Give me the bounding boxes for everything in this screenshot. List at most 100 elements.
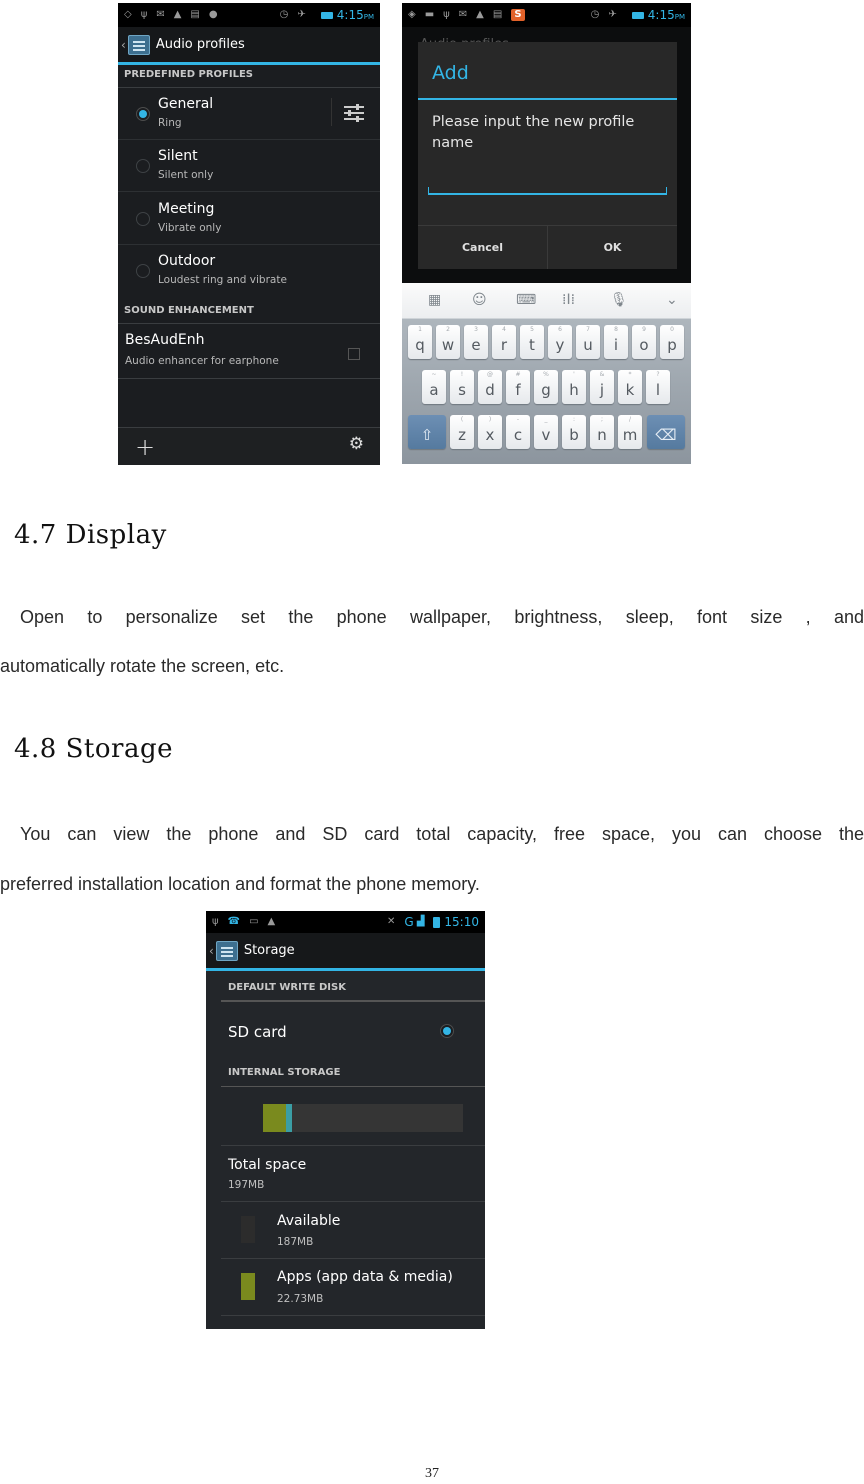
key-q[interactable]: 1q [408, 325, 432, 359]
ok-button[interactable]: OK [547, 226, 677, 269]
key-g[interactable]: % g [534, 370, 558, 404]
paragraph-display-line1: Open to personalize set the phone wallpa… [20, 607, 864, 627]
dialog-message: Please input the new profile name [432, 114, 635, 151]
disk-name: SD card [228, 1023, 287, 1041]
profile-general[interactable]: General Ring [118, 88, 380, 140]
alarm-icon: ◷ [279, 9, 289, 20]
key-label: n [597, 426, 607, 444]
key-s[interactable]: ! s [450, 370, 474, 404]
page-number: 37 [425, 1466, 439, 1481]
key-p[interactable]: 0p [660, 325, 684, 359]
key-hint: ) [488, 416, 492, 423]
key-n[interactable]: ; n [590, 415, 614, 449]
shift-key[interactable]: ⇧ [408, 415, 446, 449]
key-label: v [541, 426, 551, 444]
status-time: 15:10 [444, 915, 479, 929]
enhancer-checkbox[interactable] [348, 348, 360, 360]
radio-unselected[interactable] [136, 212, 150, 226]
key-z[interactable]: (z [450, 415, 474, 449]
network-type: G [404, 915, 414, 929]
keyboard-layout-icon[interactable]: ⌨ [516, 292, 536, 308]
backspace-key[interactable]: ⌫ [647, 415, 685, 449]
key-f[interactable]: # f [506, 370, 530, 404]
airplane-icon: ✈ [608, 9, 617, 20]
key-label: l [655, 381, 661, 399]
usage-segment-apps [263, 1104, 286, 1132]
key-t[interactable]: 5t [520, 325, 544, 359]
cursor-icon[interactable]: ⁞I⁞ [562, 292, 575, 308]
key-label: ⇧ [420, 426, 434, 444]
message-icon: ▤ [492, 9, 503, 20]
key-hint: * [628, 371, 632, 378]
profile-description: Silent only [158, 169, 214, 181]
add-dialog: Add Please input the new profile name Ca… [418, 42, 677, 269]
battery-icon [320, 11, 333, 19]
equalizer-settings-icon[interactable] [344, 104, 364, 122]
audio-profiles-screenshot: ◇ ψ ✉ ▲ ▤ ● ◷ ✈ 4:15PM ‹ Audio profiles … [118, 3, 380, 465]
key-l[interactable]: ? l [646, 370, 670, 404]
key-hint: 2 [446, 326, 450, 333]
key-y[interactable]: 6y [548, 325, 572, 359]
profile-name: General [158, 96, 214, 112]
key-r[interactable]: 4r [492, 325, 516, 359]
warning-icon: ▲ [476, 9, 484, 20]
microphone-icon[interactable]: 🎙 [610, 292, 628, 308]
radio-selected[interactable] [136, 107, 150, 121]
profile-outdoor[interactable]: Outdoor Loudest ring and vibrate [118, 245, 380, 297]
warning-icon: ▲ [173, 9, 182, 20]
image-icon: ▭ [249, 916, 259, 927]
key-v[interactable]: _ v [534, 415, 558, 449]
key-label: h [569, 381, 579, 399]
profile-description: Ring [158, 117, 182, 129]
item-value: 22.73MB [277, 1293, 324, 1305]
reset-settings-icon[interactable]: ⚙ [349, 434, 364, 454]
dialog-buttons: Cancel OK [418, 225, 677, 269]
add-icon[interactable]: + [135, 433, 155, 461]
dialog-title: Add [432, 62, 469, 84]
call-icon: ☎ [227, 916, 241, 927]
radio-unselected[interactable] [136, 264, 150, 278]
key-b[interactable]: :b [562, 415, 586, 449]
key-a[interactable]: ~ a [422, 370, 446, 404]
key-d[interactable]: @ d [478, 370, 502, 404]
usb-icon: ψ [443, 9, 450, 20]
key-hint: ( [460, 416, 464, 423]
key-x[interactable]: ) x [478, 415, 502, 449]
input-method-icon: S [511, 9, 525, 21]
settings-app-icon[interactable] [215, 940, 238, 961]
emoji-icon[interactable]: ☺ [472, 292, 487, 308]
key-h[interactable]: ' h [562, 370, 586, 404]
radio-unselected[interactable] [136, 159, 150, 173]
key-w[interactable]: 2w [436, 325, 460, 359]
back-icon[interactable]: ‹ [209, 944, 214, 958]
key-m[interactable]: / m [618, 415, 642, 449]
key-k[interactable]: * k [618, 370, 642, 404]
key-c[interactable]: -c [506, 415, 530, 449]
key-j[interactable]: & j [590, 370, 614, 404]
profile-meeting[interactable]: Meeting Vibrate only [118, 193, 380, 245]
key-e[interactable]: 3e [464, 325, 488, 359]
key-hint: 8 [614, 326, 618, 333]
key-u[interactable]: 7u [576, 325, 600, 359]
profile-name-input[interactable] [428, 187, 667, 195]
radio-selected[interactable] [440, 1024, 454, 1038]
back-icon[interactable]: ‹ [121, 38, 126, 52]
status-bar: ◇ ψ ✉ ▲ ▤ ● ◷ ✈ 4:15PM [118, 3, 380, 27]
cancel-button[interactable]: Cancel [418, 226, 547, 269]
action-bar: ‹ Storage [206, 933, 485, 971]
divider [221, 1201, 485, 1202]
settings-app-icon[interactable] [127, 34, 150, 55]
key-hint: ; [600, 416, 604, 423]
profile-silent[interactable]: Silent Silent only [118, 140, 380, 192]
divider [221, 1086, 485, 1087]
key-label: z [458, 426, 466, 444]
usage-segment-other [286, 1104, 292, 1132]
keyboard-toolbar: ▦ ☺ ⌨ ⁞I⁞ 🎙 ⌄ [402, 283, 691, 319]
apps-grid-icon[interactable]: ▦ [428, 292, 441, 308]
key-i[interactable]: 8i [604, 325, 628, 359]
item-name: Apps (app data & media) [277, 1269, 453, 1285]
collapse-chevron-icon[interactable]: ⌄ [666, 292, 678, 308]
keyboard-icon: ▬ [424, 9, 435, 20]
key-hint: # [515, 371, 521, 378]
key-o[interactable]: 9o [632, 325, 656, 359]
